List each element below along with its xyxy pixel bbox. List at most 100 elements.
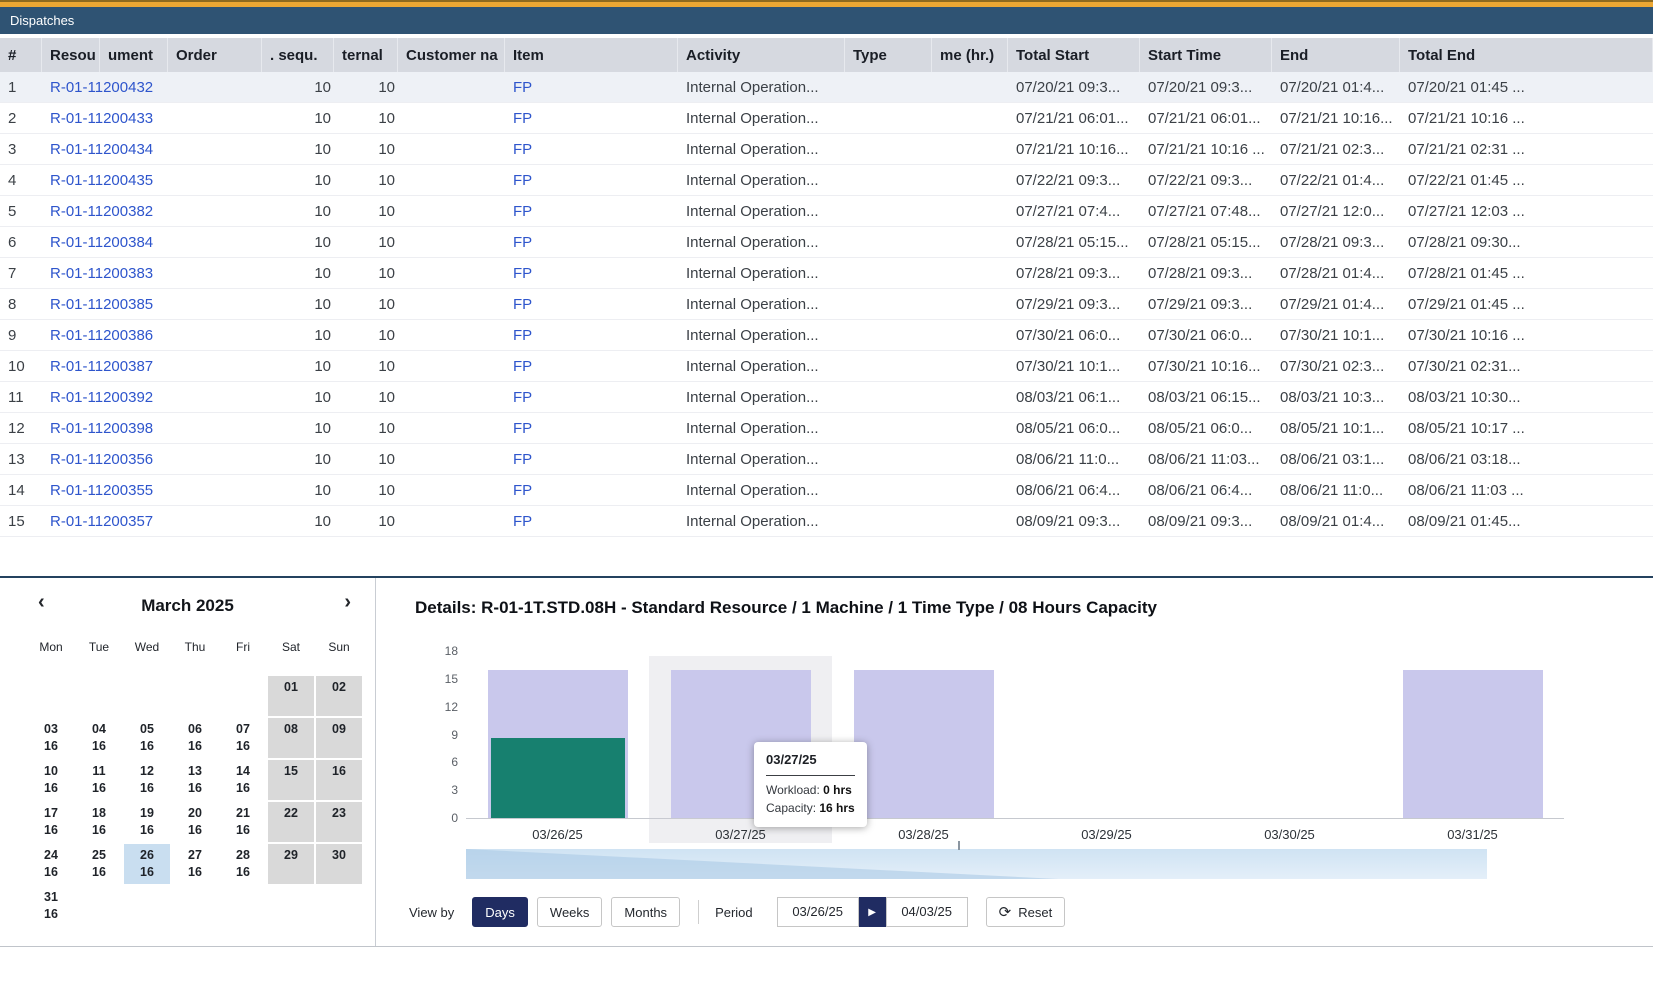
column-header[interactable]: Total Start bbox=[1008, 38, 1140, 72]
calendar-day-02[interactable]: 02 bbox=[316, 676, 362, 716]
cell-link[interactable]: R-01-11200386 bbox=[42, 327, 100, 344]
calendar-day-08[interactable]: 08 bbox=[268, 718, 314, 758]
table-row[interactable]: 14R-01-112003551010FPInternal Operation.… bbox=[0, 475, 1653, 506]
cell-link[interactable]: FP bbox=[505, 172, 678, 189]
table-row[interactable]: 3R-01-112004341010FPInternal Operation..… bbox=[0, 134, 1653, 165]
calendar-day-22[interactable]: 22 bbox=[268, 802, 314, 842]
capacity-bar[interactable] bbox=[854, 670, 994, 818]
cell-link[interactable]: R-01-11200435 bbox=[42, 172, 100, 189]
table-row[interactable]: 5R-01-112003821010FPInternal Operation..… bbox=[0, 196, 1653, 227]
calendar-day-28[interactable]: 2816 bbox=[220, 844, 266, 884]
cell-link[interactable]: FP bbox=[505, 296, 678, 313]
calendar-day-23[interactable]: 23 bbox=[316, 802, 362, 842]
cell-link[interactable]: R-01-11200357 bbox=[42, 513, 100, 530]
calendar-day-11[interactable]: 1116 bbox=[76, 760, 122, 800]
calendar-day-25[interactable]: 2516 bbox=[76, 844, 122, 884]
cell-link[interactable]: FP bbox=[505, 110, 678, 127]
cell-link[interactable]: FP bbox=[505, 451, 678, 468]
column-header[interactable]: Type bbox=[845, 38, 932, 72]
cell-link[interactable]: FP bbox=[505, 203, 678, 220]
calendar-day-16[interactable]: 16 bbox=[316, 760, 362, 800]
reset-button[interactable]: ⟳Reset bbox=[986, 897, 1066, 927]
calendar-day-30[interactable]: 30 bbox=[316, 844, 362, 884]
table-row[interactable]: 7R-01-112003831010FPInternal Operation..… bbox=[0, 258, 1653, 289]
column-header[interactable]: Order bbox=[168, 38, 262, 72]
cell-link[interactable]: R-01-11200398 bbox=[42, 420, 100, 437]
calendar-day-26[interactable]: 2616 bbox=[124, 844, 170, 884]
table-row[interactable]: 9R-01-112003861010FPInternal Operation..… bbox=[0, 320, 1653, 351]
table-row[interactable]: 1R-01-112004321010FPInternal Operation..… bbox=[0, 72, 1653, 103]
calendar-day-04[interactable]: 0416 bbox=[76, 718, 122, 758]
cell-link[interactable]: R-01-11200392 bbox=[42, 389, 100, 406]
calendar-day-01[interactable]: 01 bbox=[268, 676, 314, 716]
cell-link[interactable]: R-01-11200434 bbox=[42, 141, 100, 158]
view-days-button[interactable]: Days bbox=[472, 897, 528, 927]
column-header[interactable]: # bbox=[0, 38, 42, 72]
calendar-day-21[interactable]: 2116 bbox=[220, 802, 266, 842]
calendar-day-09[interactable]: 09 bbox=[316, 718, 362, 758]
table-row[interactable]: 12R-01-112003981010FPInternal Operation.… bbox=[0, 413, 1653, 444]
calendar-day-18[interactable]: 1816 bbox=[76, 802, 122, 842]
cell-link[interactable]: FP bbox=[505, 234, 678, 251]
calendar-day-07[interactable]: 0716 bbox=[220, 718, 266, 758]
cell-link[interactable]: FP bbox=[505, 482, 678, 499]
column-header[interactable]: . sequ. bbox=[262, 38, 334, 72]
cell-link[interactable]: R-01-11200433 bbox=[42, 110, 100, 127]
calendar-day-20[interactable]: 2016 bbox=[172, 802, 218, 842]
table-row[interactable]: 15R-01-112003571010FPInternal Operation.… bbox=[0, 506, 1653, 537]
calendar-day-31[interactable]: 3116 bbox=[28, 886, 74, 926]
cell-link[interactable]: R-01-11200383 bbox=[42, 265, 100, 282]
period-to-input[interactable]: 04/03/25 bbox=[886, 897, 968, 927]
table-row[interactable]: 11R-01-112003921010FPInternal Operation.… bbox=[0, 382, 1653, 413]
column-header[interactable]: Customer na bbox=[398, 38, 505, 72]
calendar-day-06[interactable]: 0616 bbox=[172, 718, 218, 758]
table-row[interactable]: 8R-01-112003851010FPInternal Operation..… bbox=[0, 289, 1653, 320]
cell-link[interactable]: FP bbox=[505, 420, 678, 437]
cell-link[interactable]: FP bbox=[505, 358, 678, 375]
column-header[interactable]: Item bbox=[505, 38, 678, 72]
chart-range-navigator[interactable] bbox=[466, 849, 1487, 879]
column-header[interactable]: me (hr.) bbox=[932, 38, 1008, 72]
table-row[interactable]: 2R-01-112004331010FPInternal Operation..… bbox=[0, 103, 1653, 134]
cell-link[interactable]: R-01-11200432 bbox=[42, 79, 100, 96]
view-weeks-button[interactable]: Weeks bbox=[537, 897, 603, 927]
navigator-handle[interactable] bbox=[958, 841, 960, 850]
cell-link[interactable]: R-01-11200382 bbox=[42, 203, 100, 220]
capacity-bar[interactable] bbox=[1403, 670, 1543, 818]
period-from-input[interactable]: 03/26/25 bbox=[777, 897, 859, 927]
calendar-day-14[interactable]: 1416 bbox=[220, 760, 266, 800]
calendar-day-15[interactable]: 15 bbox=[268, 760, 314, 800]
cell-link[interactable]: FP bbox=[505, 265, 678, 282]
calendar-day-17[interactable]: 1716 bbox=[28, 802, 74, 842]
cell-link[interactable]: FP bbox=[505, 141, 678, 158]
cell-link[interactable]: R-01-11200356 bbox=[42, 451, 100, 468]
column-header[interactable]: End bbox=[1272, 38, 1400, 72]
column-header[interactable]: Total End bbox=[1400, 38, 1653, 72]
column-header[interactable]: Start Time bbox=[1140, 38, 1272, 72]
table-row[interactable]: 10R-01-112003871010FPInternal Operation.… bbox=[0, 351, 1653, 382]
cell-link[interactable]: FP bbox=[505, 327, 678, 344]
calendar-day-27[interactable]: 2716 bbox=[172, 844, 218, 884]
table-row[interactable]: 4R-01-112004351010FPInternal Operation..… bbox=[0, 165, 1653, 196]
calendar-day-24[interactable]: 2416 bbox=[28, 844, 74, 884]
calendar-day-13[interactable]: 1316 bbox=[172, 760, 218, 800]
period-next-button[interactable]: ▶ bbox=[859, 897, 886, 927]
cell-link[interactable]: R-01-11200384 bbox=[42, 234, 100, 251]
column-header[interactable]: ument bbox=[100, 38, 168, 72]
calendar-day-05[interactable]: 0516 bbox=[124, 718, 170, 758]
cell-link[interactable]: R-01-11200387 bbox=[42, 358, 100, 375]
view-months-button[interactable]: Months bbox=[611, 897, 680, 927]
calendar-day-19[interactable]: 1916 bbox=[124, 802, 170, 842]
table-row[interactable]: 13R-01-112003561010FPInternal Operation.… bbox=[0, 444, 1653, 475]
cell-link[interactable]: FP bbox=[505, 513, 678, 530]
calendar-day-12[interactable]: 1216 bbox=[124, 760, 170, 800]
workload-bar[interactable] bbox=[491, 738, 625, 818]
column-header[interactable]: ternal bbox=[334, 38, 398, 72]
calendar-day-10[interactable]: 1016 bbox=[28, 760, 74, 800]
column-header[interactable]: Activity bbox=[678, 38, 845, 72]
cell-link[interactable]: FP bbox=[505, 389, 678, 406]
calendar-next-icon[interactable]: › bbox=[344, 591, 351, 614]
cell-link[interactable]: FP bbox=[505, 79, 678, 96]
cell-link[interactable]: R-01-11200355 bbox=[42, 482, 100, 499]
calendar-day-29[interactable]: 29 bbox=[268, 844, 314, 884]
